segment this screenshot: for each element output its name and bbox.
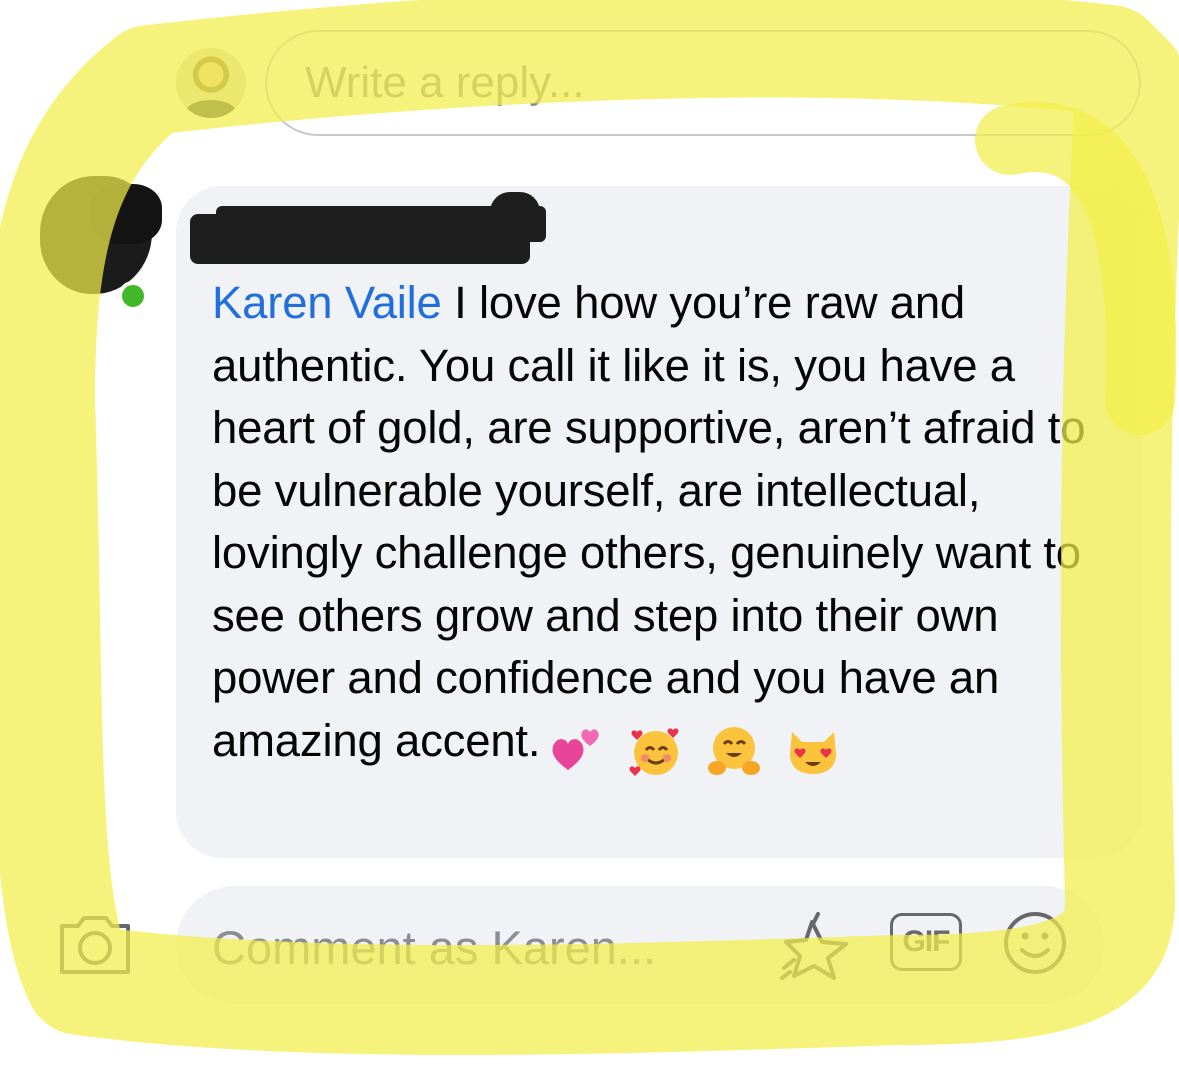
comment-text: I love how you’re raw and authentic. You… xyxy=(212,277,1086,766)
heart-eyes-cat-icon xyxy=(789,732,836,775)
truncated-text-above xyxy=(300,0,740,6)
hugging-face-icon xyxy=(708,727,761,776)
reply-input-placeholder: Write a reply... xyxy=(305,58,585,107)
mention-link[interactable]: Karen Vaile xyxy=(212,277,442,328)
two-hearts-emoji-icon xyxy=(552,729,600,771)
online-status-dot xyxy=(118,281,148,311)
commenter-name-redacted[interactable] xyxy=(190,192,546,266)
current-user-avatar[interactable] xyxy=(176,48,246,118)
comment-input-placeholder: Comment as Karen... xyxy=(212,921,657,974)
comment-body: Karen Vaile I love how you’re raw and au… xyxy=(212,272,1112,780)
gif-button[interactable]: GIF xyxy=(890,913,962,971)
camera-icon[interactable] xyxy=(58,914,132,976)
emoji-group xyxy=(550,718,851,781)
comment-input[interactable]: Comment as Karen... xyxy=(176,886,1104,1004)
emoji-icon[interactable] xyxy=(1002,910,1068,976)
avatar-sticker-icon[interactable] xyxy=(778,908,854,980)
smiling-face-with-hearts-icon xyxy=(629,728,679,777)
reply-input[interactable]: Write a reply... xyxy=(265,30,1141,136)
